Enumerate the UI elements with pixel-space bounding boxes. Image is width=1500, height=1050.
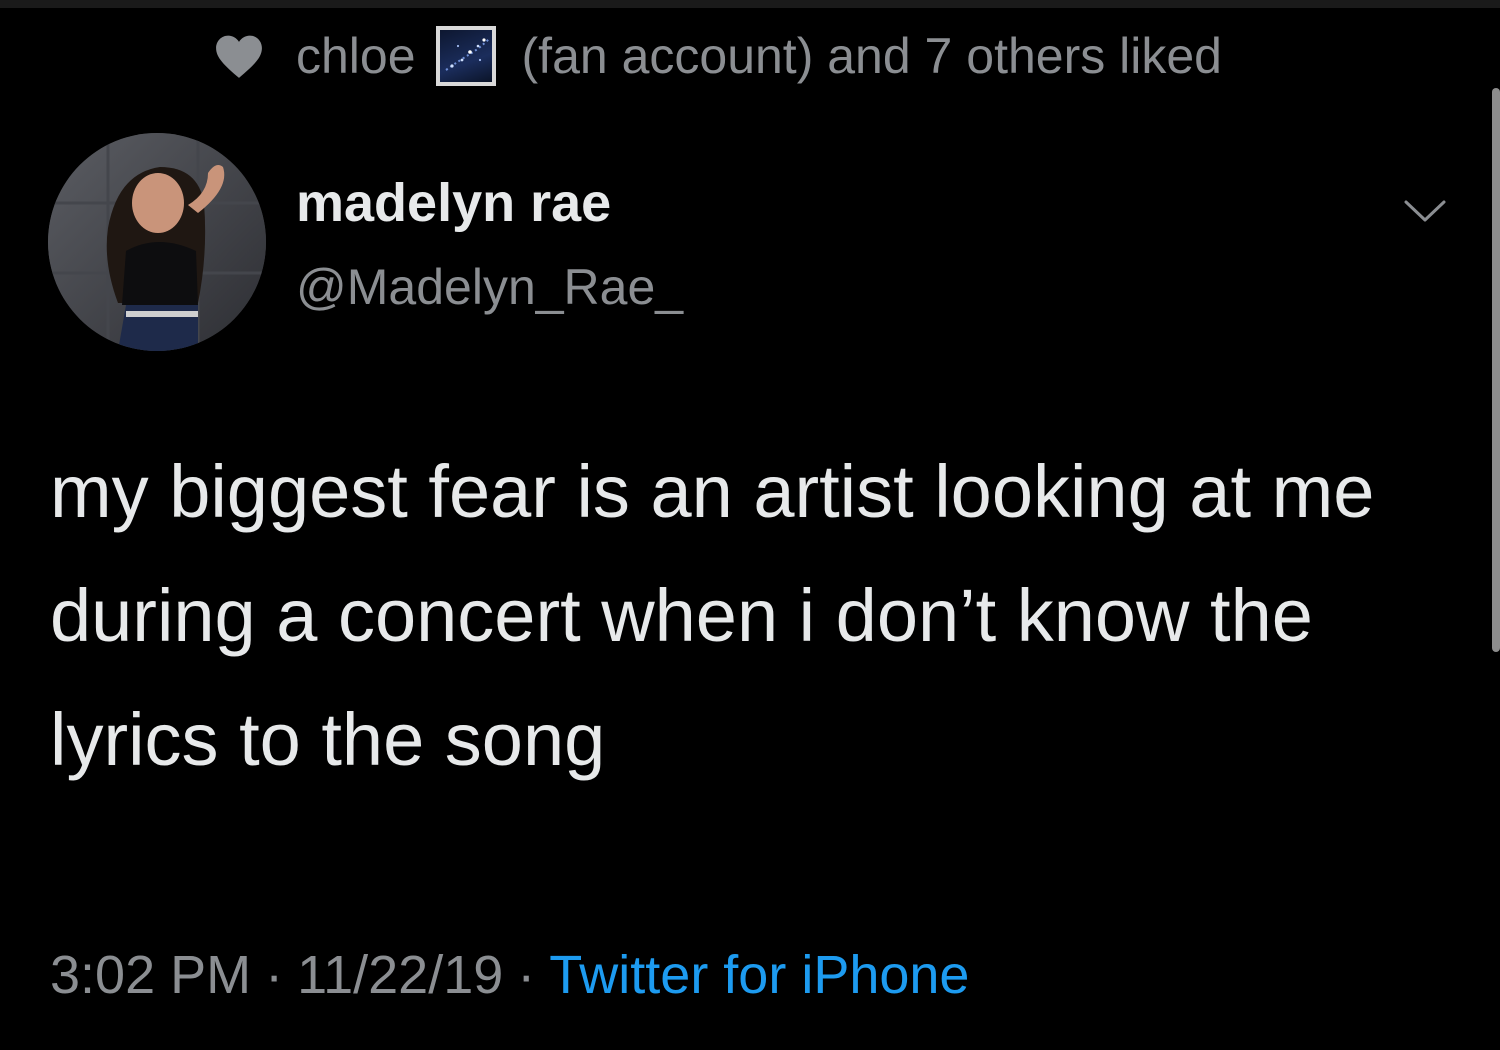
meta-separator: · [517, 945, 536, 1005]
social-context-row[interactable]: chloe (fan account) and 7 others liked [214, 26, 1222, 86]
liked-by-suffix: (fan account) and 7 others liked [521, 28, 1222, 84]
author-display-name[interactable]: madelyn rae [296, 172, 611, 234]
liked-by-name[interactable]: chloe [296, 27, 416, 85]
tweet-date[interactable]: 11/22/19 [297, 945, 503, 1005]
chevron-down-icon[interactable] [1402, 196, 1448, 226]
tweet-text: my biggest fear is an artist looking at … [50, 450, 1375, 781]
author-handle[interactable]: @Madelyn_Rae_ [296, 258, 683, 316]
tweet-source-link[interactable]: Twitter for iPhone [549, 945, 969, 1005]
avatar[interactable] [48, 133, 266, 351]
starry-flag-icon [435, 26, 496, 86]
meta-separator: · [265, 945, 284, 1005]
tweet-meta: 3:02 PM · 11/22/19 · Twitter for iPhone [50, 944, 969, 1006]
tweet-time[interactable]: 3:02 PM [50, 945, 251, 1005]
top-divider [0, 0, 1500, 8]
heart-icon [216, 35, 262, 78]
scrollbar[interactable] [1492, 88, 1500, 652]
